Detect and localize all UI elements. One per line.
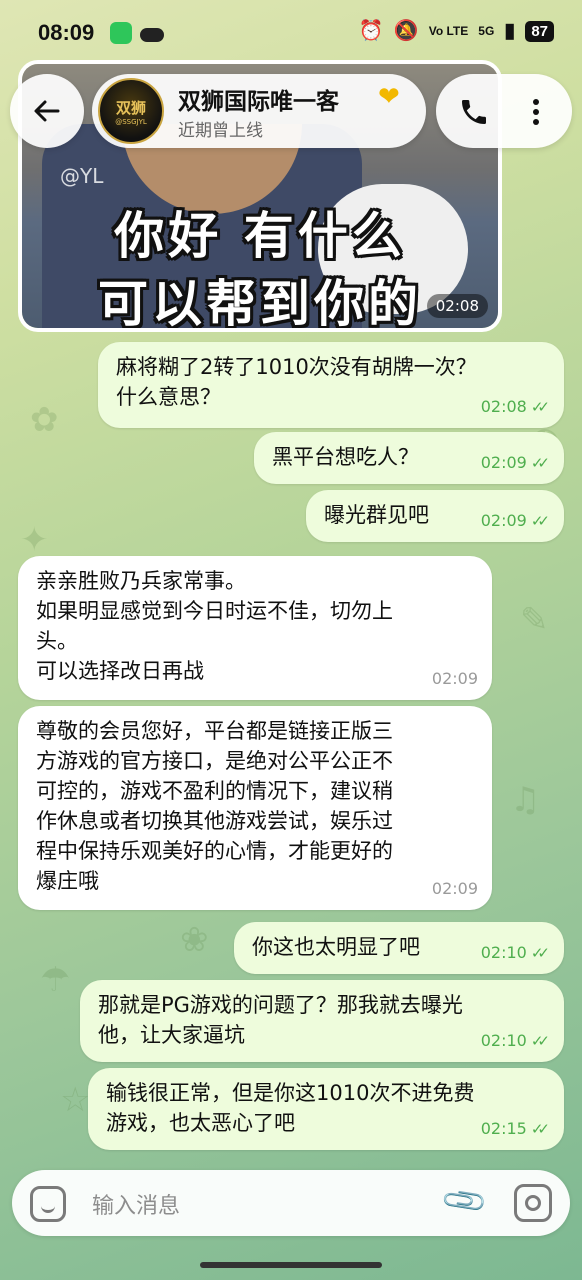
message-time: 02:08 [480,397,527,416]
message-bubble-outgoing[interactable]: 黑平台想吃人？ 02:09 ✓✓ [254,432,564,484]
message-bubble-outgoing[interactable]: 你这也太明显了吧 02:10 ✓✓ [234,922,564,974]
camera-button[interactable] [514,1184,552,1222]
attach-paperclip-button[interactable]: 📎 [439,1176,492,1231]
messaging-app-icon [110,22,132,44]
back-arrow-icon [34,100,60,122]
contact-name: 双狮国际唯一客 [178,89,339,115]
message-time: 02:09 [431,879,478,898]
back-button[interactable] [10,74,84,148]
message-time: 02:10 [480,1031,527,1050]
message-bubble-incoming[interactable]: 亲亲胜败乃兵家常事。 如果明显感觉到今日时运不佳，切勿上 头。 可以选择改日再战… [18,556,492,700]
battery-indicator: 87 [525,20,554,42]
header-actions [436,74,572,148]
image-watermark: @YL [60,164,104,188]
message-bubble-outgoing[interactable]: 曝光群见吧 02:09 ✓✓ [306,490,564,542]
message-time: 02:10 [480,943,527,962]
avatar[interactable]: 双狮 @SSGJYL [98,78,164,144]
read-checkmarks-icon: ✓✓ [530,1032,550,1050]
volte-indicator: Vo LTE [428,24,469,38]
signal-icon: ▮ [504,20,516,42]
message-composer: 输入消息 📎 [12,1170,570,1236]
image-message-time: 02:08 [426,294,488,318]
read-checkmarks-icon: ✓✓ [530,944,550,962]
sticker-caption-line-2: 可以帮到你的 [98,275,422,332]
more-vertical-icon [533,99,539,125]
read-checkmarks-icon: ✓✓ [530,454,550,472]
network-indicator: 5G [478,24,495,38]
message-bubble-outgoing[interactable]: 麻将糊了2转了1010次没有胡牌一次？ 什么意思？ 02:08 ✓✓ [98,342,564,428]
heart-icon: ❤ [378,82,400,112]
cloud-icon [140,28,164,42]
message-time: 02:09 [431,669,478,688]
message-time: 02:09 [480,453,527,472]
read-checkmarks-icon: ✓✓ [530,398,550,416]
contact-status: 近期曾上线 [178,121,263,141]
message-text: 尊敬的会员您好，平台都是链接正版三 方游戏的官方接口，是绝对公平公正不 可控的，… [36,719,393,893]
message-bubble-incoming[interactable]: 尊敬的会员您好，平台都是链接正版三 方游戏的官方接口，是绝对公平公正不 可控的，… [18,706,492,910]
message-text: 亲亲胜败乃兵家常事。 如果明显感觉到今日时运不佳，切勿上 头。 可以选择改日再战 [36,569,393,683]
call-button[interactable] [454,92,494,132]
message-bubble-outgoing[interactable]: 那就是PG游戏的问题了？那我就去曝光 他，让大家逼坑 02:10 ✓✓ [80,980,564,1062]
message-time: 02:15 [480,1119,527,1138]
home-indicator[interactable] [200,1262,382,1268]
read-checkmarks-icon: ✓✓ [530,512,550,530]
chat-header[interactable]: 双狮 @SSGJYL 双狮国际唯一客 ❤ 近期曾上线 [92,74,426,148]
message-text: 那就是PG游戏的问题了？那我就去曝光 他，让大家逼坑 [98,993,463,1047]
message-input[interactable]: 输入消息 [92,1188,180,1220]
more-options-button[interactable] [516,92,556,132]
sticker-emoji-button[interactable] [30,1186,66,1222]
status-bar: 08:09 ⏰ 🔕 Vo LTE 5G ▮ 87 [0,0,582,62]
sticker-caption-line-1: 你好 有什么 [114,207,406,265]
status-time: 08:09 [38,20,95,45]
read-checkmarks-icon: ✓✓ [530,1120,550,1138]
message-time: 02:09 [480,511,527,530]
phone-icon [462,100,486,124]
message-bubble-outgoing[interactable]: 输钱很正常，但是你这1010次不进免费 游戏，也太恶心了吧 02:15 ✓✓ [88,1068,564,1150]
alarm-icon: ⏰ [358,20,384,42]
mute-icon: 🔕 [393,20,419,42]
